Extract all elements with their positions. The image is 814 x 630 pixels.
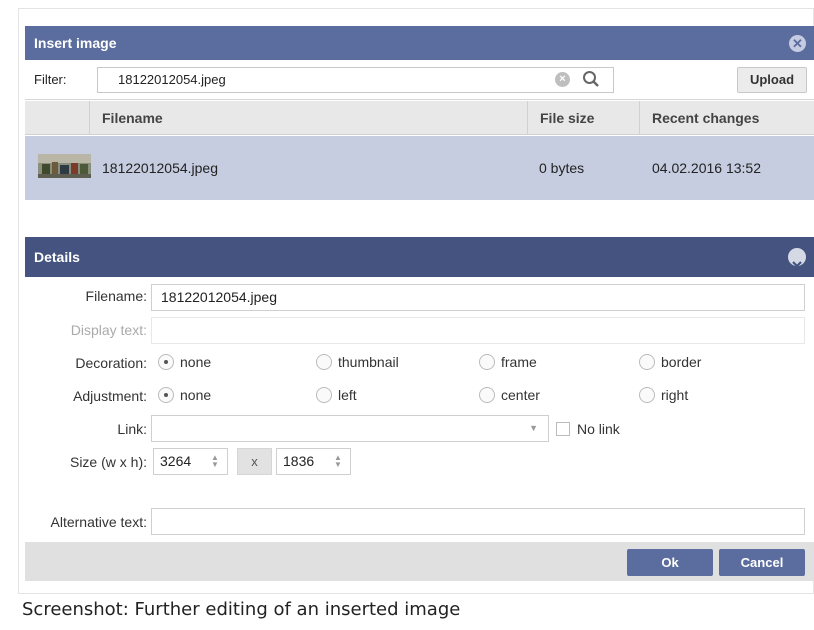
size-label: Size (w x h): bbox=[69, 454, 147, 470]
adjustment-label: Adjustment: bbox=[73, 388, 147, 404]
radio-icon bbox=[639, 387, 655, 403]
file-table-header: Filename File size Recent changes bbox=[25, 101, 814, 135]
table-row[interactable]: 18122012054.jpeg 0 bytes 04.02.2016 13:5… bbox=[25, 136, 814, 200]
ok-button[interactable]: Ok bbox=[627, 549, 713, 576]
size-separator: x bbox=[237, 448, 272, 475]
column-header-filename[interactable]: Filename bbox=[89, 101, 529, 135]
decoration-radio-none[interactable]: none bbox=[158, 354, 211, 370]
screenshot-caption: Screenshot: Further editing of an insert… bbox=[22, 599, 461, 620]
no-link-checkbox[interactable] bbox=[556, 422, 570, 436]
radio-icon bbox=[479, 387, 495, 403]
dialog-footer: Ok Cancel bbox=[25, 542, 814, 581]
radio-icon bbox=[316, 387, 332, 403]
filename-label: Filename: bbox=[85, 288, 147, 304]
alternative-text-field[interactable] bbox=[151, 508, 805, 535]
adjustment-radio-center[interactable]: center bbox=[479, 387, 540, 403]
row-filename: 18122012054.jpeg bbox=[102, 160, 219, 176]
column-header-recent-changes[interactable]: Recent changes bbox=[639, 101, 814, 135]
search-icon[interactable] bbox=[582, 70, 600, 88]
stepper-arrows-icon[interactable]: ▲ ▼ bbox=[211, 454, 219, 469]
radio-icon bbox=[639, 354, 655, 370]
insert-image-dialog: Insert image ✕ Filter: 18122012054.jpeg … bbox=[25, 26, 814, 581]
alternative-text-label: Alternative text: bbox=[50, 514, 148, 530]
cancel-button[interactable]: Cancel bbox=[719, 549, 805, 576]
upload-button[interactable]: Upload bbox=[737, 67, 807, 93]
decoration-radio-border[interactable]: border bbox=[639, 354, 701, 370]
display-text-label: Display text: bbox=[70, 322, 147, 338]
close-icon[interactable]: ✕ bbox=[789, 35, 806, 52]
decoration-label: Decoration: bbox=[75, 355, 147, 371]
row-recent-changes: 04.02.2016 13:52 bbox=[652, 160, 761, 176]
no-link-label: No link bbox=[577, 421, 620, 437]
clear-filter-icon[interactable]: × bbox=[555, 72, 570, 87]
decoration-radio-thumbnail[interactable]: thumbnail bbox=[316, 354, 399, 370]
filename-field[interactable]: 18122012054.jpeg bbox=[151, 284, 805, 311]
dialog-titlebar: Insert image ✕ bbox=[25, 26, 814, 60]
details-title: Details bbox=[34, 249, 80, 265]
radio-selected-icon bbox=[158, 354, 174, 370]
filter-label: Filter: bbox=[34, 72, 67, 87]
stepper-arrows-icon[interactable]: ▲ ▼ bbox=[334, 454, 342, 469]
chevron-down-icon: ▼ bbox=[529, 423, 538, 433]
dialog-title: Insert image bbox=[34, 35, 117, 51]
details-bar[interactable]: Details bbox=[25, 237, 814, 277]
radio-icon bbox=[316, 354, 332, 370]
details-form: Filename: 18122012054.jpeg Display text:… bbox=[25, 277, 814, 542]
link-label: Link: bbox=[117, 421, 147, 437]
filter-input[interactable]: 18122012054.jpeg bbox=[97, 67, 614, 93]
row-file-size: 0 bytes bbox=[539, 160, 585, 176]
chevron-down-icon[interactable] bbox=[788, 248, 806, 268]
column-header-file-size[interactable]: File size bbox=[527, 101, 639, 135]
height-stepper[interactable]: 1836 ▲ ▼ bbox=[276, 448, 351, 475]
link-select[interactable]: ▼ bbox=[151, 415, 549, 442]
image-thumbnail bbox=[38, 154, 91, 178]
radio-icon bbox=[479, 354, 495, 370]
adjustment-radio-left[interactable]: left bbox=[316, 387, 357, 403]
filter-row: Filter: 18122012054.jpeg × Upload bbox=[25, 60, 814, 100]
display-text-field bbox=[151, 317, 805, 344]
adjustment-radio-none[interactable]: none bbox=[158, 387, 211, 403]
adjustment-radio-right[interactable]: right bbox=[639, 387, 688, 403]
width-stepper[interactable]: 3264 ▲ ▼ bbox=[153, 448, 228, 475]
radio-selected-icon bbox=[158, 387, 174, 403]
decoration-radio-frame[interactable]: frame bbox=[479, 354, 537, 370]
